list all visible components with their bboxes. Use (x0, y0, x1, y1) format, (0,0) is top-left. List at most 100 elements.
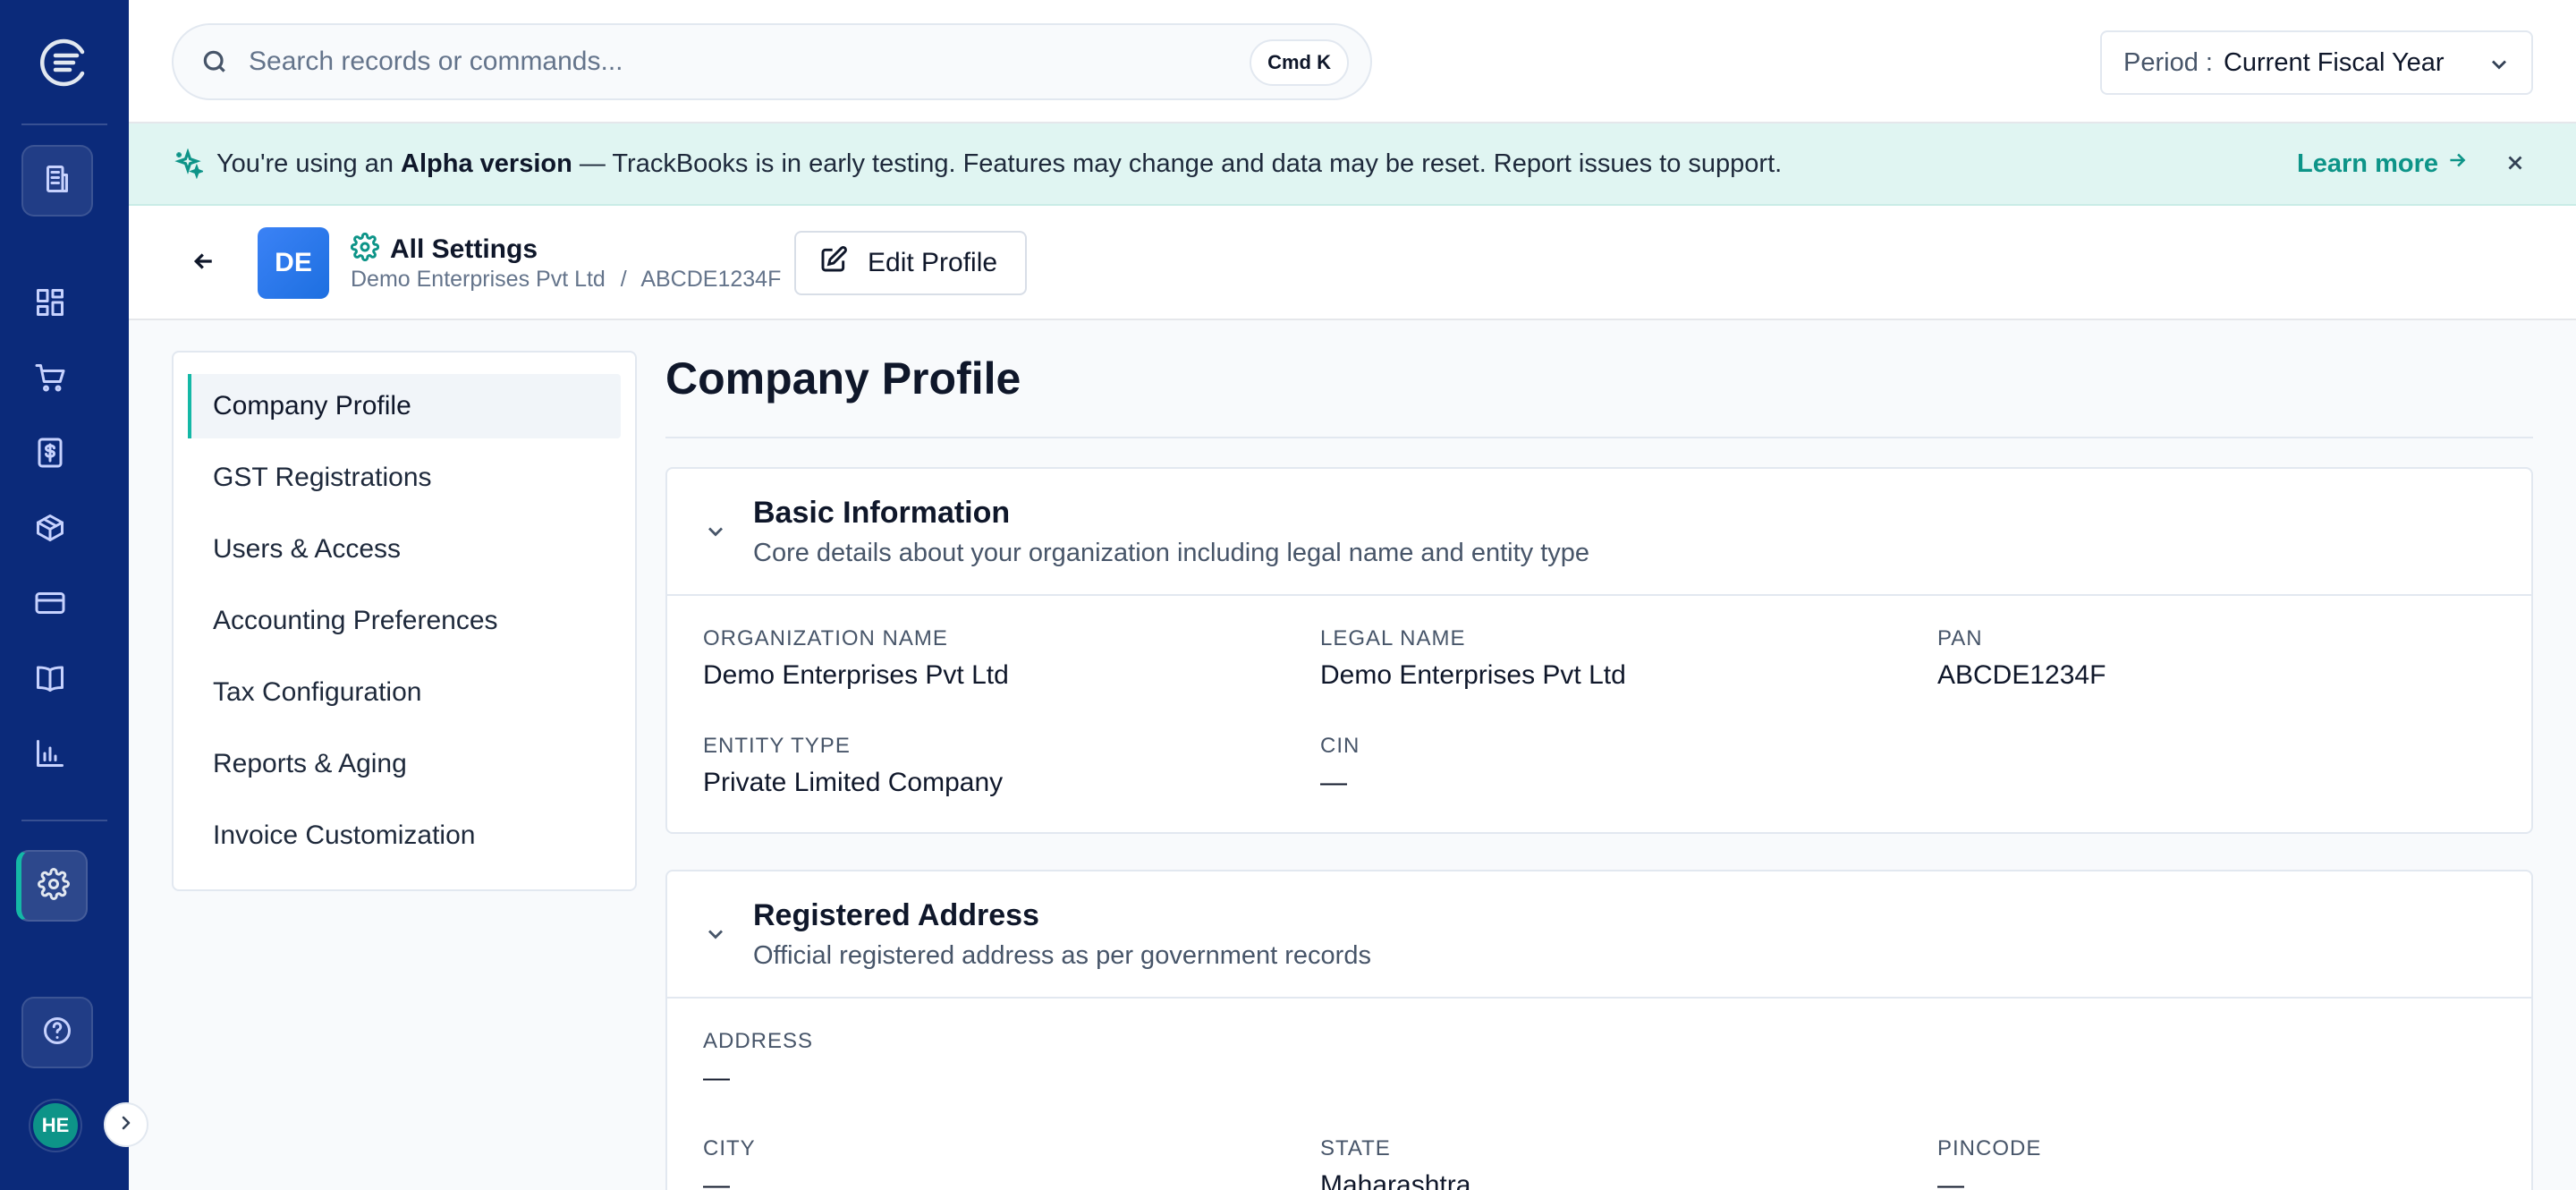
registered-address-header[interactable]: Registered Address Official registered a… (667, 871, 2531, 999)
sidebar-item-payments[interactable] (29, 583, 72, 626)
period-select[interactable]: Period : Current Fiscal Year (2100, 30, 2533, 95)
field-value: Maharashtra (1320, 1170, 1471, 1190)
settings-nav-reports-aging[interactable]: Reports & Aging (188, 732, 621, 796)
settings-icon (350, 232, 380, 266)
field-value: — (1937, 1170, 1964, 1190)
breadcrumb-company: Demo Enterprises Pvt Ltd (351, 267, 606, 292)
settings-nav-tax-configuration[interactable]: Tax Configuration (188, 660, 621, 725)
expand-sidebar-button[interactable] (104, 1102, 148, 1147)
period-label: Period : (2123, 47, 2213, 77)
search-input[interactable] (249, 47, 1179, 77)
trackbooks-logo-icon[interactable] (29, 27, 100, 98)
back-button[interactable] (184, 243, 224, 283)
sidebar-item-ledger[interactable] (29, 659, 72, 701)
sidebar-divider (21, 820, 107, 821)
period-value: Current Fiscal Year (2223, 47, 2445, 77)
field-value: — (1320, 768, 1347, 797)
close-icon (2504, 151, 2527, 179)
settings-nav-company-profile[interactable]: Company Profile (188, 374, 621, 438)
field-city: City — (703, 1136, 756, 1190)
field-value: Demo Enterprises Pvt Ltd (1320, 660, 1626, 690)
chevron-down-icon (703, 519, 728, 548)
settings-nav-users-access[interactable]: Users & Access (188, 517, 621, 582)
field-cin: CIN — (1320, 734, 1360, 798)
banner-highlight: Alpha version (401, 149, 572, 178)
chevron-down-icon (703, 922, 728, 951)
cart-icon (34, 361, 66, 398)
breadcrumb-title: All Settings (350, 232, 538, 266)
section-subtitle: Official registered address as per gover… (753, 941, 1371, 970)
book-icon (34, 662, 66, 699)
chevron-down-icon (2487, 52, 2512, 84)
sparkles-icon (172, 148, 204, 180)
top-bar: Cmd K Period : Current Fiscal Year (129, 0, 2576, 123)
field-legal-name: Legal Name Demo Enterprises Pvt Ltd (1320, 626, 1626, 691)
sidebar-divider (21, 123, 107, 125)
company-badge: DE (258, 227, 329, 299)
close-banner-button[interactable] (2499, 149, 2531, 181)
field-label: Pincode (1937, 1136, 2042, 1160)
field-label: State (1320, 1136, 1391, 1160)
sidebar-item-settings[interactable] (16, 850, 88, 922)
building-icon (41, 163, 73, 200)
page-title: Company Profile (665, 353, 1021, 404)
search-icon (197, 44, 233, 80)
field-address: Address — (703, 1029, 813, 1093)
app-sidebar: HE (0, 0, 148, 1190)
global-search[interactable]: Cmd K (172, 23, 1372, 100)
package-icon (34, 512, 66, 548)
section-title: Registered Address (753, 898, 1039, 932)
basic-information-card: Basic Information Core details about you… (665, 467, 2533, 834)
field-label: City (703, 1136, 756, 1160)
breadcrumb-separator: / (620, 267, 627, 292)
chart-icon (34, 737, 66, 774)
settings-nav-invoice-customization[interactable]: Invoice Customization (188, 803, 621, 868)
settings-icon (38, 867, 70, 905)
invoice-icon (34, 437, 66, 473)
basic-information-header[interactable]: Basic Information Core details about you… (667, 469, 2531, 596)
user-avatar[interactable]: HE (30, 1101, 80, 1151)
edit-profile-label: Edit Profile (868, 248, 998, 277)
credit-card-icon (34, 587, 66, 624)
breadcrumb-pan: ABCDE1234F (640, 267, 782, 292)
edit-icon (819, 245, 848, 281)
settings-nav: Company Profile GST Registrations Users … (172, 351, 637, 891)
field-pincode: Pincode — (1937, 1136, 2041, 1190)
field-value: — (703, 1170, 730, 1190)
shortcut-hint: Cmd K (1250, 39, 1349, 86)
field-label: Entity Type (703, 734, 851, 758)
sidebar-item-inventory[interactable] (29, 508, 72, 551)
field-label: Organization Name (703, 626, 948, 650)
field-value: ABCDE1234F (1937, 660, 2106, 690)
edit-profile-button[interactable]: Edit Profile (794, 231, 1027, 295)
field-label: CIN (1320, 734, 1360, 758)
field-state: State Maharashtra (1320, 1136, 1470, 1190)
section-title: Basic Information (753, 496, 1011, 530)
sidebar-item-sales[interactable] (29, 358, 72, 401)
field-label: Address (703, 1029, 814, 1053)
breadcrumb: Demo Enterprises Pvt Ltd / ABCDE1234F (351, 267, 781, 293)
settings-nav-gst-registrations[interactable]: GST Registrations (188, 446, 621, 510)
field-pan: PAN ABCDE1234F (1937, 626, 2106, 691)
breadcrumb-settings[interactable]: All Settings (390, 234, 538, 265)
sidebar-item-dashboard[interactable] (29, 283, 72, 326)
help-icon (41, 1015, 73, 1051)
title-divider (665, 437, 2533, 438)
section-subtitle: Core details about your organization inc… (753, 539, 1590, 567)
sidebar-item-company[interactable] (21, 145, 93, 217)
field-label: Legal Name (1320, 626, 1466, 650)
arrow-left-icon (191, 248, 217, 279)
field-organization-name: Organization Name Demo Enterprises Pvt L… (703, 626, 1009, 691)
help-button[interactable] (21, 997, 93, 1068)
settings-header: DE All Settings Demo Enterprises Pvt Ltd… (129, 206, 2576, 320)
settings-nav-accounting-preferences[interactable]: Accounting Preferences (188, 589, 621, 653)
arrow-right-icon (2445, 149, 2469, 179)
sidebar-item-reports[interactable] (29, 734, 72, 777)
field-value: Private Limited Company (703, 768, 1004, 797)
field-value: Demo Enterprises Pvt Ltd (703, 660, 1009, 690)
sidebar-item-invoices[interactable] (29, 433, 72, 476)
registered-address-card: Registered Address Official registered a… (665, 870, 2533, 1190)
dashboard-icon (34, 286, 66, 323)
learn-more-link[interactable]: Learn more (2297, 149, 2469, 179)
field-value: — (703, 1063, 730, 1092)
